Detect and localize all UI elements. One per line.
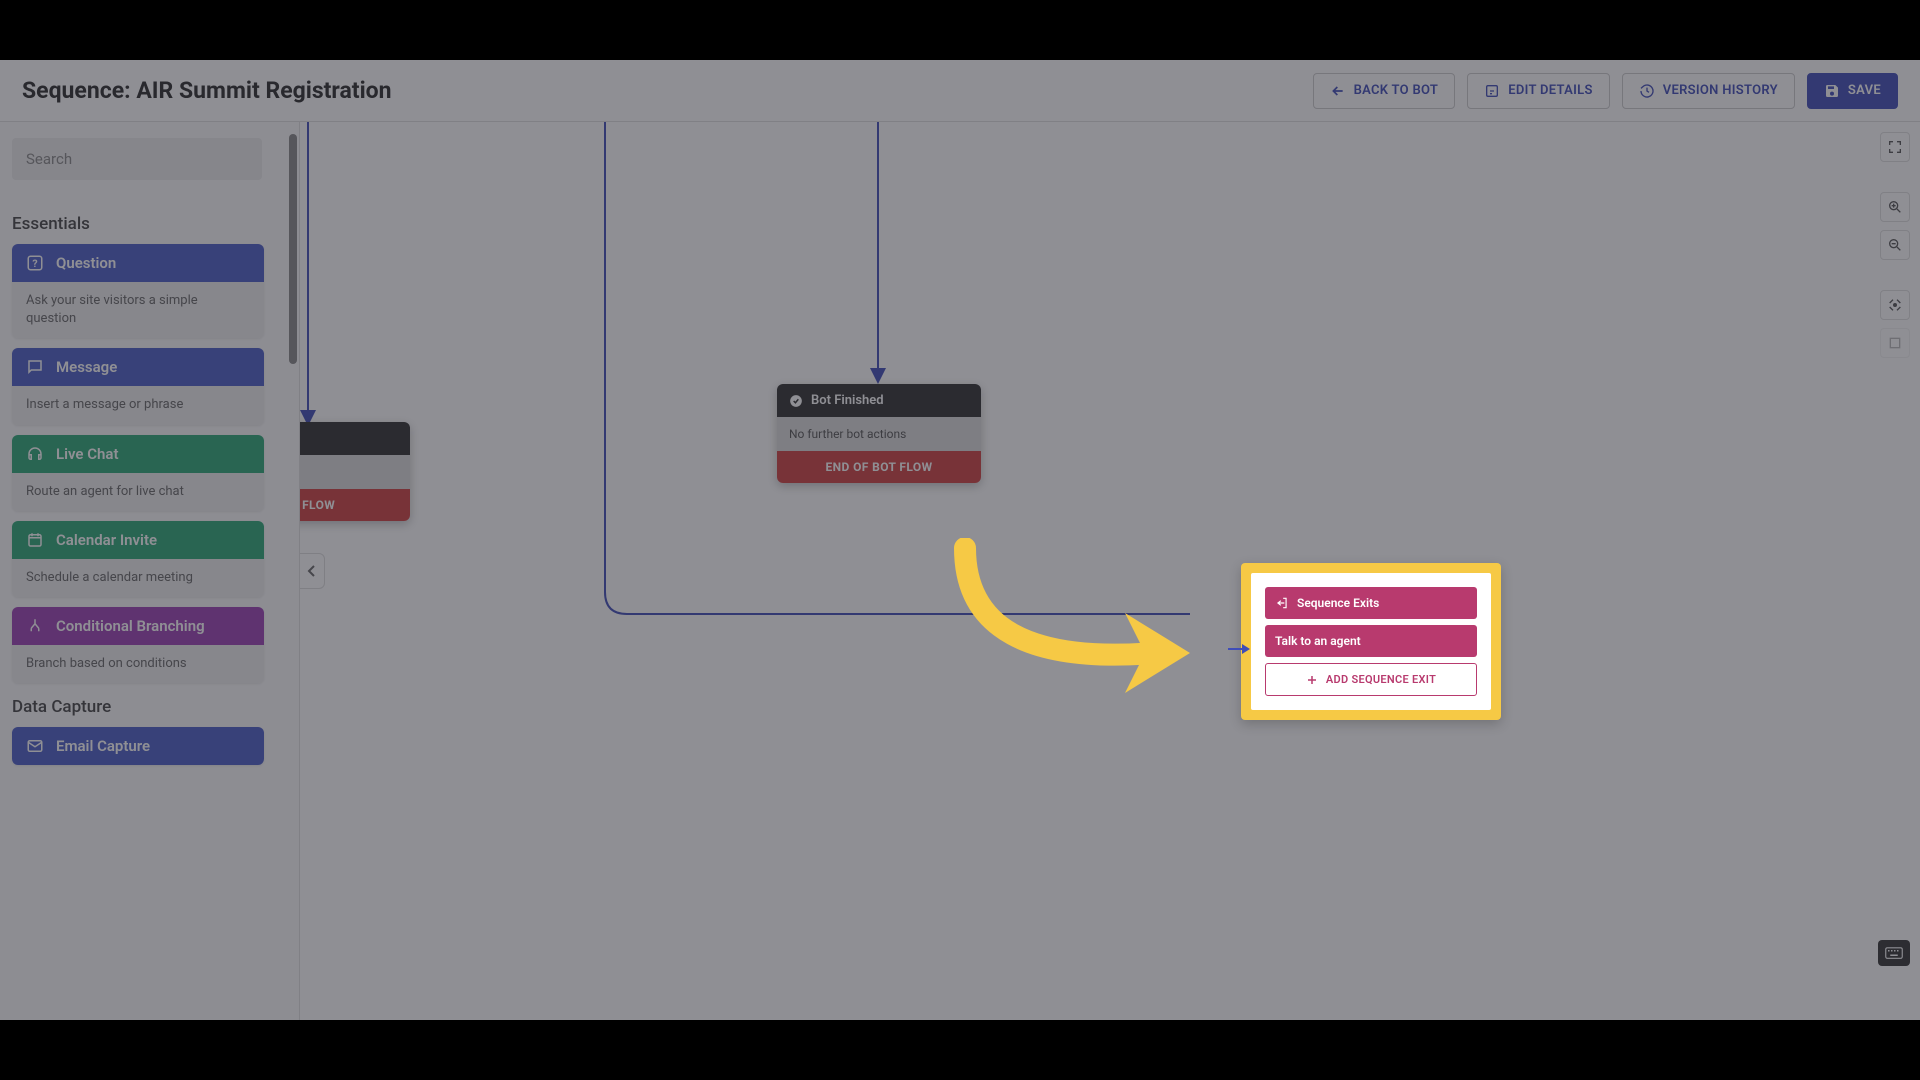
save-icon [1824,83,1840,99]
node-title: Bot Finished [811,393,884,408]
section-data-capture: Data Capture [12,697,287,717]
node-body: actions [300,455,410,489]
chevron-left-icon [307,564,317,578]
header-actions: BACK TO BOT EDIT DETAILS VERSION HISTORY… [1313,73,1898,109]
keyboard-icon [1885,947,1903,959]
sequence-exits-header: Sequence Exits [1265,587,1477,619]
zoom-in-button[interactable] [1880,192,1910,222]
main: Essentials ? Question Ask your site visi… [0,122,1920,1020]
collapse-sidebar-button[interactable] [300,553,325,589]
exit-item-label: Talk to an agent [1275,634,1361,648]
sequence-exits-highlight: Sequence Exits Talk to an agent ADD SEQU… [1241,563,1501,720]
edit-icon [1484,83,1500,99]
fit-button[interactable] [1880,290,1910,320]
card-desc: Branch based on conditions [12,645,264,683]
card-titleito: Conditional Branching [56,617,205,635]
add-exit-label: ADD SEQUENCE EXIT [1326,673,1436,686]
keyboard-shortcuts-button[interactable] [1878,940,1910,966]
sidebar-scrollbar[interactable] [289,134,297,364]
card-live-chat[interactable]: Live Chat Route an agent for live chat [12,435,264,511]
check-circle-icon [789,394,803,408]
card-question[interactable]: ? Question Ask your site visitors a simp… [12,244,264,338]
exit-icon [1275,596,1289,610]
node-body: No further bot actions [777,417,981,451]
message-icon [26,358,44,376]
back-label: BACK TO BOT [1354,83,1439,98]
node-footer: BOT FLOW [300,489,410,521]
back-to-bot-button[interactable]: BACK TO BOT [1313,73,1456,109]
plus-icon [1306,674,1318,686]
grid-icon [1887,335,1903,351]
exits-title: Sequence Exits [1297,596,1379,610]
card-title: Message [56,358,117,376]
card-calendar[interactable]: Calendar Invite Schedule a calendar meet… [12,521,264,597]
card-desc: Route an agent for live chat [12,473,264,511]
history-label: VERSION HISTORY [1663,83,1778,98]
sidebar: Essentials ? Question Ask your site visi… [0,122,300,1020]
branch-icon [26,617,44,635]
add-sequence-exit-button[interactable]: ADD SEQUENCE EXIT [1265,663,1477,696]
card-branching[interactable]: Conditional Branching Branch based on co… [12,607,264,683]
sequence-exits-panel[interactable]: Sequence Exits Talk to an agent ADD SEQU… [1251,573,1491,710]
sequence-exit-item[interactable]: Talk to an agent [1265,625,1477,657]
canvas[interactable]: hed actions BOT FLOW Bot Finished No fur… [300,122,1920,1020]
app-frame: Sequence: AIR Summit Registration BACK T… [0,60,1920,1020]
edit-label: EDIT DETAILS [1508,83,1593,98]
page-title: Sequence: AIR Summit Registration [22,77,392,104]
search-input[interactable] [12,138,262,180]
flow-connectors [300,122,1920,1020]
save-button[interactable]: SAVE [1807,73,1898,109]
card-title: Email Capture [56,737,150,755]
flow-node-bot-finished[interactable]: Bot Finished No further bot actions END … [777,384,981,483]
canvas-controls [1880,132,1910,358]
section-essentials: Essentials [12,214,287,234]
edit-details-button[interactable]: EDIT DETAILS [1467,73,1610,109]
card-desc: Insert a message or phrase [12,386,264,424]
flow-node-bot-finished-partial[interactable]: hed actions BOT FLOW [300,422,410,521]
svg-text:?: ? [32,257,37,270]
arrow-left-icon [1330,83,1346,99]
card-message[interactable]: Message Insert a message or phrase [12,348,264,424]
card-title: Question [56,254,116,272]
headset-icon [26,445,44,463]
zoom-in-icon [1887,199,1903,215]
zoom-out-icon [1887,237,1903,253]
save-label: SAVE [1848,83,1881,98]
card-email[interactable]: Email Capture [12,727,264,765]
header: Sequence: AIR Summit Registration BACK T… [0,60,1920,122]
fullscreen-button[interactable] [1880,132,1910,162]
card-title: Live Chat [56,445,119,463]
version-history-button[interactable]: VERSION HISTORY [1622,73,1795,109]
card-desc: Schedule a calendar meeting [12,559,264,597]
flow-arrow-into-exits [1228,643,1252,655]
mail-icon [26,737,44,755]
card-desc: Ask your site visitors a simple question [12,282,264,338]
zoom-out-button[interactable] [1880,230,1910,260]
question-icon: ? [26,254,44,272]
fullscreen-icon [1887,139,1903,155]
calendar-icon [26,531,44,549]
fit-icon [1887,297,1903,313]
grid-button[interactable] [1880,328,1910,358]
card-title: Calendar Invite [56,531,157,549]
node-footer: END OF BOT FLOW [777,451,981,483]
history-icon [1639,83,1655,99]
